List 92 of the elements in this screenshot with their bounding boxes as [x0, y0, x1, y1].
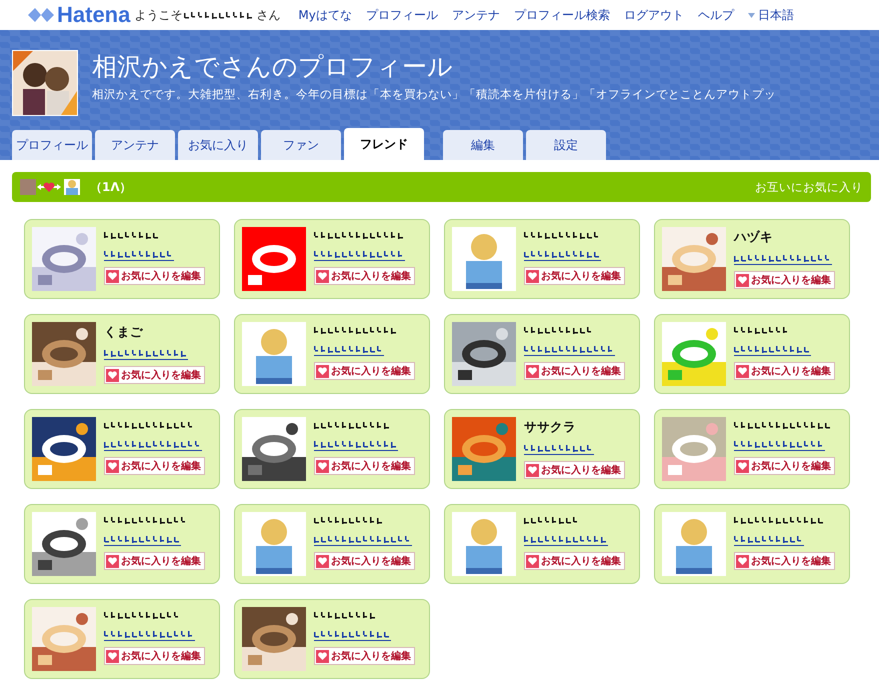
hatena-logo-icon: [28, 8, 54, 22]
edit-favorite-button[interactable]: お気に入りを編集: [734, 552, 835, 570]
nav-link[interactable]: プロフィール: [366, 6, 438, 24]
nav-link[interactable]: プロフィール検索: [514, 6, 610, 24]
nav-link[interactable]: Myはてな: [298, 6, 352, 24]
heart-icon: [318, 557, 327, 565]
nav-link[interactable]: アンテナ: [452, 6, 500, 24]
obfuscated-id-link[interactable]: [104, 438, 202, 451]
language-link[interactable]: 日本語: [758, 6, 794, 24]
obfuscated-id-drawing: [524, 324, 594, 337]
obfuscated-id-link[interactable]: [314, 248, 405, 261]
heart-icon: [738, 557, 747, 565]
heart-icon: [738, 367, 747, 375]
obfuscated-id-link[interactable]: [314, 533, 412, 546]
edit-favorite-button[interactable]: お気に入りを編集: [314, 362, 415, 380]
heart-icon: [318, 462, 327, 470]
heart-icon: [738, 276, 747, 284]
obfuscated-id-drawing: [524, 514, 580, 527]
edit-favorite-button[interactable]: お気に入りを編集: [734, 271, 835, 289]
tab[interactable]: 設定: [526, 130, 606, 160]
nav-link[interactable]: ログアウト: [624, 6, 684, 24]
friend-name: ハヅキ: [734, 229, 774, 246]
obfuscated-id-link[interactable]: [524, 248, 601, 261]
tab[interactable]: お気に入り: [178, 130, 258, 160]
user-icon: [242, 512, 306, 576]
section-caption: お互いにお気に入り: [755, 180, 863, 194]
heart-icon: [318, 272, 327, 280]
welcome-text: さん: [256, 6, 280, 24]
edit-favorite-button[interactable]: お気に入りを編集: [734, 457, 835, 475]
edit-favorite-button[interactable]: お気に入りを編集: [104, 267, 205, 285]
edit-favorite-button[interactable]: お気に入りを編集: [524, 267, 625, 285]
heart-icon: [738, 462, 747, 470]
obfuscated-id-link[interactable]: [524, 343, 615, 356]
heart-icon: [318, 652, 327, 660]
edit-favorite-button[interactable]: お気に入りを編集: [104, 647, 205, 665]
obfuscated-id-drawing: [734, 324, 790, 337]
friend-count: （1Λ）: [90, 178, 132, 196]
edit-favorite-button[interactable]: お気に入りを編集: [524, 362, 625, 380]
edit-favorite-button[interactable]: お気に入りを編集: [524, 461, 625, 479]
heart-icon: [528, 272, 537, 280]
profile-title: 相沢かえでさんのプロフィール: [92, 51, 454, 83]
obfuscated-id-link[interactable]: [104, 628, 195, 641]
heart-icon: [108, 462, 117, 470]
nav-link[interactable]: ヘルプ: [698, 6, 734, 24]
heart-icon: [318, 367, 327, 375]
edit-favorite-button[interactable]: お気に入りを編集: [104, 366, 205, 384]
edit-favorite-button[interactable]: お気に入りを編集: [734, 362, 835, 380]
heart-icon: [108, 272, 117, 280]
obfuscated-id-drawing: [104, 229, 160, 242]
heart-icon: [528, 367, 537, 375]
obfuscated-id-drawing: [314, 514, 384, 527]
user-icon: [452, 227, 516, 291]
edit-favorite-button[interactable]: お気に入りを編集: [314, 552, 415, 570]
obfuscated-id-link[interactable]: [314, 438, 398, 451]
edit-favorite-button[interactable]: お気に入りを編集: [524, 552, 625, 570]
welcome-text: ようこそ: [134, 6, 182, 24]
obfuscated-id-link[interactable]: [734, 438, 825, 451]
mutual-friends-drawing: [20, 179, 80, 195]
obfuscated-id-link[interactable]: [314, 343, 384, 356]
obfuscated-id-drawing: [314, 609, 377, 622]
heart-icon: [108, 557, 117, 565]
edit-favorite-button[interactable]: お気に入りを編集: [104, 457, 205, 475]
tab[interactable]: アンテナ: [95, 130, 175, 160]
profile-description: 相沢かえでです。大雑把型、右利き。今年の目標は「本を買わない」「積読本を片付ける」「オフラインでとことんアウトプッ: [92, 86, 776, 103]
edit-favorite-button[interactable]: お気に入りを編集: [104, 552, 205, 570]
edit-favorite-button[interactable]: お気に入りを編集: [314, 267, 415, 285]
obfuscated-id-link[interactable]: [524, 533, 608, 546]
tab[interactable]: フレンド: [344, 128, 424, 160]
tab[interactable]: プロフィール: [12, 130, 92, 160]
heart-icon: [108, 652, 117, 660]
heart-icon: [108, 371, 117, 379]
obfuscated-id-link[interactable]: [104, 347, 188, 360]
caret-icon: [748, 12, 755, 18]
heart-icon: [528, 466, 537, 474]
obfuscated-id-link[interactable]: [734, 343, 811, 356]
obfuscated-id-link[interactable]: [734, 533, 804, 546]
edit-favorite-button[interactable]: お気に入りを編集: [314, 647, 415, 665]
obfuscated-id-link[interactable]: [104, 533, 181, 546]
tab[interactable]: 編集: [443, 130, 523, 160]
obfuscated-id-link[interactable]: [104, 248, 174, 261]
obfuscated-id-link[interactable]: [314, 628, 391, 641]
user-icon: [452, 512, 516, 576]
user-icon: [662, 512, 726, 576]
tab[interactable]: ファン: [261, 130, 341, 160]
edit-favorite-button[interactable]: お気に入りを編集: [314, 457, 415, 475]
friend-name: くまご: [104, 324, 144, 341]
logo-text[interactable]: Hatena: [57, 2, 130, 28]
heart-icon: [528, 557, 537, 565]
obfuscated-id-link[interactable]: [524, 442, 594, 455]
user-icon: [242, 322, 306, 386]
friend-name: ササクラ: [524, 419, 577, 436]
obfuscated-id-link[interactable]: [734, 252, 832, 265]
